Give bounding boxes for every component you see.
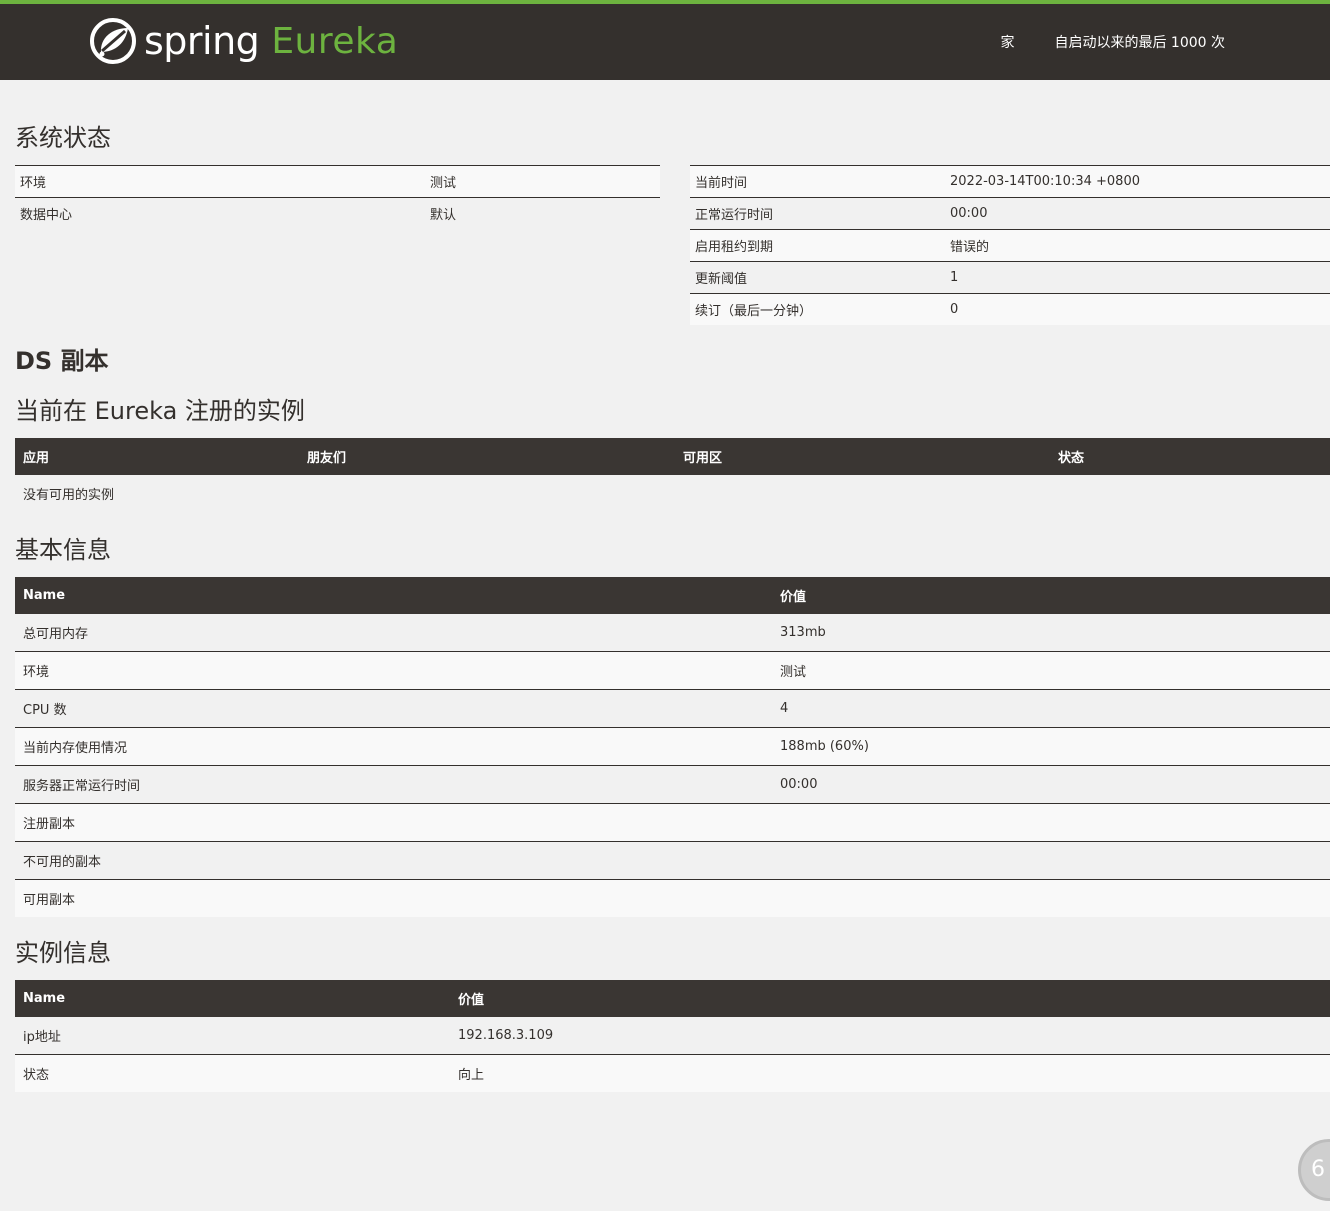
table-row: 启用租约到期 错误的 (690, 229, 1330, 262)
instance-info-table: Name 价值 ip地址 192.168.3.109 状态 向上 (15, 980, 1330, 1092)
brand-spring-text: spring (144, 19, 260, 63)
instance-name: 状态 (15, 1054, 450, 1092)
instance-value: 192.168.3.109 (450, 1017, 1330, 1055)
nav-home-link[interactable]: 家 (1000, 32, 1014, 52)
status-key: 环境 (15, 165, 425, 198)
status-value: 测试 (425, 165, 660, 198)
info-name: 注册副本 (15, 803, 772, 842)
ds-replicas-title: DS 副本 (15, 347, 109, 375)
info-name: 服务器正常运行时间 (15, 765, 772, 804)
nav-last-1000-link[interactable]: 自启动以来的最后 1000 次 (1054, 32, 1225, 52)
info-value (772, 841, 1330, 880)
status-value: 错误的 (945, 229, 1330, 262)
status-key: 当前时间 (690, 165, 945, 198)
table-row: 更新阈值 1 (690, 261, 1330, 294)
instances-title: 当前在 Eureka 注册的实例 (15, 397, 305, 425)
info-value (772, 879, 1330, 917)
table-row: 不可用的副本 (15, 841, 1330, 880)
info-value (772, 803, 1330, 842)
column-header: 可用区 (675, 438, 1050, 475)
system-status-title: 系统状态 (15, 124, 111, 152)
status-value: 0 (945, 293, 1330, 325)
status-value: 默认 (425, 197, 660, 229)
instance-value: 向上 (450, 1054, 1330, 1092)
column-header: Name (15, 980, 450, 1017)
instance-info-title: 实例信息 (15, 939, 111, 967)
table-row: CPU 数 4 (15, 689, 1330, 728)
status-value: 1 (945, 261, 1330, 294)
info-value: 00:00 (772, 765, 1330, 804)
instance-name: ip地址 (15, 1017, 450, 1055)
status-key: 数据中心 (15, 197, 425, 229)
info-name: 不可用的副本 (15, 841, 772, 880)
table-row: 状态 向上 (15, 1054, 1330, 1092)
status-key: 更新阈值 (690, 261, 945, 294)
status-key: 启用租约到期 (690, 229, 945, 262)
table-row: 当前时间 2022-03-14T00:10:34 +0800 (690, 165, 1330, 198)
info-name: 环境 (15, 651, 772, 690)
table-row: 注册副本 (15, 803, 1330, 842)
column-header: 价值 (450, 980, 1330, 1017)
table-row: 总可用内存 313mb (15, 614, 1330, 652)
info-name: 当前内存使用情况 (15, 727, 772, 766)
table-row: 没有可用的实例 (15, 475, 1330, 512)
table-row: 环境 测试 (15, 165, 660, 198)
table-row: ip地址 192.168.3.109 (15, 1017, 1330, 1055)
table-header-row: Name 价值 (15, 577, 1330, 614)
table-row: 正常运行时间 00:00 (690, 197, 1330, 230)
floating-badge[interactable]: 6 (1298, 1139, 1330, 1201)
table-row: 数据中心 默认 (15, 197, 660, 229)
instances-table: 应用 朋友们 可用区 状态 没有可用的实例 (15, 438, 1330, 512)
status-value: 2022-03-14T00:10:34 +0800 (945, 165, 1330, 198)
table-header-row: 应用 朋友们 可用区 状态 (15, 438, 1330, 475)
status-key: 续订（最后一分钟） (690, 293, 945, 325)
brand-logo[interactable]: spring Eureka (90, 16, 398, 66)
info-name: CPU 数 (15, 689, 772, 728)
info-value: 测试 (772, 651, 1330, 690)
table-row: 当前内存使用情况 188mb (60%) (15, 727, 1330, 766)
table-row: 可用副本 (15, 879, 1330, 917)
empty-instances-message: 没有可用的实例 (15, 475, 1330, 512)
table-row: 续订（最后一分钟） 0 (690, 293, 1330, 325)
column-header: Name (15, 577, 772, 614)
info-value: 313mb (772, 614, 1330, 652)
brand-eureka-text: Eureka (271, 20, 399, 62)
info-value: 4 (772, 689, 1330, 728)
table-header-row: Name 价值 (15, 980, 1330, 1017)
column-header: 价值 (772, 577, 1330, 614)
system-status-left-table: 环境 测试 数据中心 默认 (15, 165, 660, 229)
system-status-right-table: 当前时间 2022-03-14T00:10:34 +0800 正常运行时间 00… (690, 165, 1330, 325)
column-header: 状态 (1050, 438, 1330, 475)
navbar: spring Eureka 家 自启动以来的最后 1000 次 (0, 4, 1330, 80)
nav-links: 家 自启动以来的最后 1000 次 (960, 4, 1225, 80)
column-header: 应用 (15, 438, 299, 475)
spring-leaf-icon (90, 18, 136, 64)
info-name: 可用副本 (15, 879, 772, 917)
status-key: 正常运行时间 (690, 197, 945, 230)
status-value: 00:00 (945, 197, 1330, 230)
info-name: 总可用内存 (15, 614, 772, 652)
general-info-table: Name 价值 总可用内存 313mb 环境 测试 CPU 数 4 当前内存使用… (15, 577, 1330, 917)
table-row: 服务器正常运行时间 00:00 (15, 765, 1330, 804)
general-info-title: 基本信息 (15, 536, 111, 564)
table-row: 环境 测试 (15, 651, 1330, 690)
info-value: 188mb (60%) (772, 727, 1330, 766)
column-header: 朋友们 (299, 438, 675, 475)
